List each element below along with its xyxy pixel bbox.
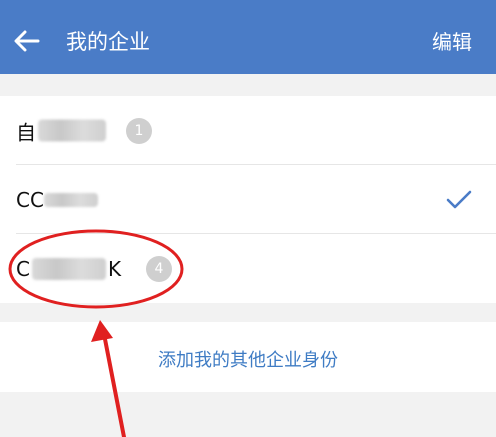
company-name-prefix: CC	[16, 187, 44, 212]
redacted-text	[38, 119, 106, 142]
company-row[interactable]: 自 1	[0, 96, 496, 165]
page-title: 我的企业	[66, 30, 150, 54]
edit-button[interactable]: 编辑	[432, 29, 472, 55]
company-row[interactable]: CC	[0, 165, 496, 234]
company-row[interactable]: C K 4	[0, 234, 496, 303]
company-name-prefix: C	[16, 256, 30, 281]
top-app-bar: 我的企业 编辑	[0, 0, 496, 74]
arrow-left-icon	[14, 30, 40, 52]
back-button[interactable]	[10, 24, 44, 58]
redacted-text	[43, 192, 98, 207]
add-identity-section: 添加我的其他企业身份	[0, 322, 496, 392]
checkmark-icon	[446, 190, 472, 208]
company-list: 自 1 CC C K 4	[0, 96, 496, 303]
redacted-text	[31, 257, 106, 280]
company-name-prefix: 自	[16, 120, 36, 144]
unread-count-badge: 1	[126, 117, 152, 144]
add-identity-link[interactable]: 添加我的其他企业身份	[0, 346, 496, 372]
company-name-suffix: K	[107, 256, 122, 281]
my-companies-screen: 我的企业 编辑 自 1 CC C K 4 添加我的其他企业身份	[0, 0, 496, 437]
company-name: 自	[16, 116, 106, 145]
company-name: C K	[16, 257, 121, 281]
company-name: CC	[16, 188, 98, 212]
unread-count-badge: 4	[146, 255, 172, 282]
